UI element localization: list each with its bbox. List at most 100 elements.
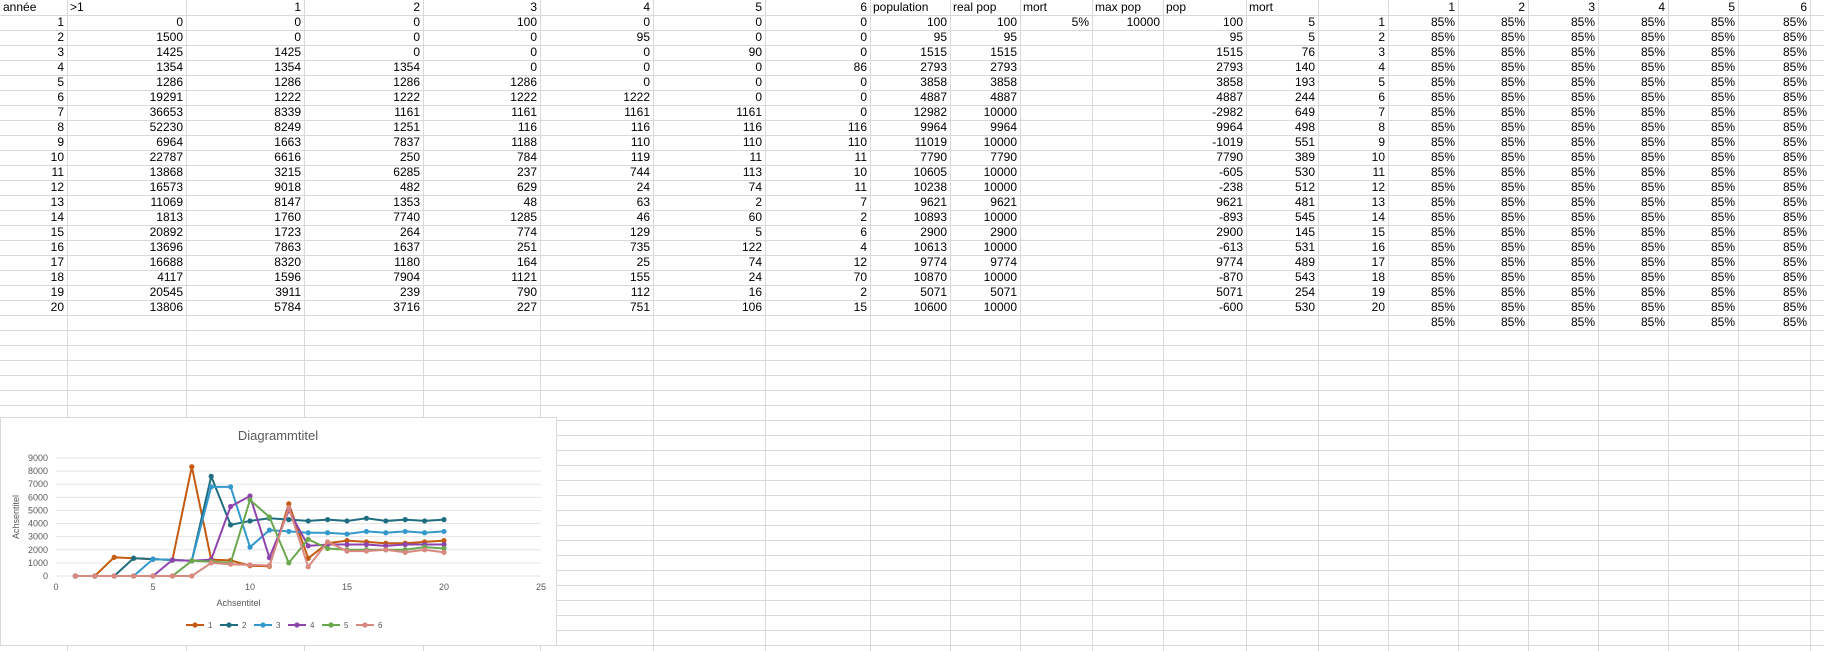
table-cell[interactable]: 0	[540, 75, 653, 90]
table-cell[interactable]: 0	[540, 45, 653, 60]
percent-cell[interactable]: 85%	[1598, 75, 1668, 90]
percent-cell[interactable]: 85%	[1668, 300, 1738, 315]
table-cell[interactable]: 481	[1246, 195, 1318, 210]
table-cell[interactable]: 17	[0, 255, 67, 270]
table-cell[interactable]: 5071	[870, 285, 950, 300]
table-cell[interactable]: 5	[0, 75, 67, 90]
table-cell[interactable]: 5	[653, 225, 765, 240]
percent-cell[interactable]: 85%	[1598, 315, 1668, 330]
percent-cell[interactable]: 85%	[1388, 300, 1458, 315]
table-cell[interactable]: 6616	[186, 150, 304, 165]
percent-cell[interactable]: 85%	[1738, 270, 1810, 285]
percent-cell[interactable]: 85%	[1738, 285, 1810, 300]
header-p6[interactable]: 6	[1738, 0, 1810, 15]
table-cell[interactable]: 0	[304, 15, 423, 30]
table-cell[interactable]: 629	[423, 180, 540, 195]
table-cell[interactable]: 531	[1246, 240, 1318, 255]
header-gt1[interactable]: >1	[67, 0, 186, 15]
table-cell[interactable]: -600	[1163, 300, 1246, 315]
table-cell[interactable]: 1723	[186, 225, 304, 240]
table-cell[interactable]: 0	[765, 90, 870, 105]
table-cell[interactable]: 0	[186, 15, 304, 30]
table-cell[interactable]: 1161	[423, 105, 540, 120]
table-cell[interactable]: 86	[765, 60, 870, 75]
table-cell[interactable]: 20	[1318, 300, 1388, 315]
table-cell[interactable]: 2	[765, 285, 870, 300]
table-cell[interactable]: 100	[423, 15, 540, 30]
percent-cell[interactable]: 85%	[1598, 60, 1668, 75]
table-cell[interactable]: 48	[423, 195, 540, 210]
table-cell[interactable]: 90	[653, 45, 765, 60]
percent-cell[interactable]: 85%	[1458, 105, 1528, 120]
table-cell[interactable]: 4	[765, 240, 870, 255]
table-cell[interactable]: 3215	[186, 165, 304, 180]
table-cell[interactable]: 18	[0, 270, 67, 285]
header-c3[interactable]: 3	[423, 0, 540, 15]
header-real-pop[interactable]: real pop	[950, 0, 1020, 15]
table-cell[interactable]: 19	[1318, 285, 1388, 300]
table-cell[interactable]: 8	[1318, 120, 1388, 135]
table-cell[interactable]: 7837	[304, 135, 423, 150]
percent-cell[interactable]: 85%	[1528, 120, 1598, 135]
percent-cell[interactable]: 85%	[1528, 300, 1598, 315]
table-cell[interactable]: 16688	[67, 255, 186, 270]
percent-cell[interactable]: 85%	[1598, 150, 1668, 165]
table-cell[interactable]: 1121	[423, 270, 540, 285]
table-cell[interactable]: 1354	[186, 60, 304, 75]
percent-cell[interactable]: 85%	[1738, 255, 1810, 270]
table-cell[interactable]: 5071	[1163, 285, 1246, 300]
table-cell[interactable]: 122	[653, 240, 765, 255]
table-cell[interactable]: 1180	[304, 255, 423, 270]
percent-cell[interactable]: 85%	[1668, 15, 1738, 30]
table-cell[interactable]: 10000	[950, 180, 1020, 195]
percent-cell[interactable]: 85%	[1388, 240, 1458, 255]
percent-cell[interactable]: 85%	[1668, 225, 1738, 240]
table-cell[interactable]: 4	[1318, 60, 1388, 75]
percent-cell[interactable]: 85%	[1668, 75, 1738, 90]
percent-cell[interactable]: 85%	[1738, 300, 1810, 315]
percent-cell[interactable]: 85%	[1388, 90, 1458, 105]
table-cell[interactable]: 1161	[540, 105, 653, 120]
percent-cell[interactable]: 85%	[1738, 90, 1810, 105]
table-cell[interactable]: 4887	[870, 90, 950, 105]
percent-cell[interactable]: 85%	[1458, 75, 1528, 90]
table-cell[interactable]: 1354	[304, 60, 423, 75]
percent-cell[interactable]: 85%	[1388, 180, 1458, 195]
percent-cell[interactable]: 85%	[1738, 60, 1810, 75]
percent-cell[interactable]: 85%	[1388, 15, 1458, 30]
table-cell[interactable]: 1286	[423, 75, 540, 90]
table-cell[interactable]: 15	[0, 225, 67, 240]
percent-cell[interactable]: 85%	[1388, 135, 1458, 150]
table-cell[interactable]: 10000	[950, 165, 1020, 180]
percent-cell[interactable]: 85%	[1668, 255, 1738, 270]
mort-value[interactable]: 5%	[1020, 15, 1092, 30]
table-cell[interactable]: 14	[1318, 210, 1388, 225]
percent-cell[interactable]: 85%	[1738, 315, 1810, 330]
table-cell[interactable]: 251	[423, 240, 540, 255]
table-cell[interactable]: 9621	[1163, 195, 1246, 210]
table-cell[interactable]: -1019	[1163, 135, 1246, 150]
percent-cell[interactable]: 85%	[1668, 105, 1738, 120]
table-cell[interactable]: 19	[0, 285, 67, 300]
percent-cell[interactable]: 85%	[1458, 315, 1528, 330]
table-cell[interactable]: 9621	[870, 195, 950, 210]
table-cell[interactable]: 551	[1246, 135, 1318, 150]
table-cell[interactable]: 0	[304, 45, 423, 60]
table-cell[interactable]: 0	[423, 60, 540, 75]
percent-cell[interactable]: 85%	[1668, 150, 1738, 165]
table-cell[interactable]: 1515	[1163, 45, 1246, 60]
percent-cell[interactable]: 85%	[1598, 225, 1668, 240]
percent-cell[interactable]: 85%	[1458, 30, 1528, 45]
table-cell[interactable]: 1222	[304, 90, 423, 105]
table-cell[interactable]: 1222	[540, 90, 653, 105]
table-cell[interactable]: 46	[540, 210, 653, 225]
percent-cell[interactable]: 85%	[1528, 240, 1598, 255]
table-cell[interactable]: 489	[1246, 255, 1318, 270]
table-cell[interactable]: 100	[950, 15, 1020, 30]
table-cell[interactable]: 13868	[67, 165, 186, 180]
table-cell[interactable]: 2	[653, 195, 765, 210]
percent-cell[interactable]: 85%	[1388, 165, 1458, 180]
table-cell[interactable]: 100	[1163, 15, 1246, 30]
table-cell[interactable]: 3	[0, 45, 67, 60]
table-cell[interactable]: 20892	[67, 225, 186, 240]
